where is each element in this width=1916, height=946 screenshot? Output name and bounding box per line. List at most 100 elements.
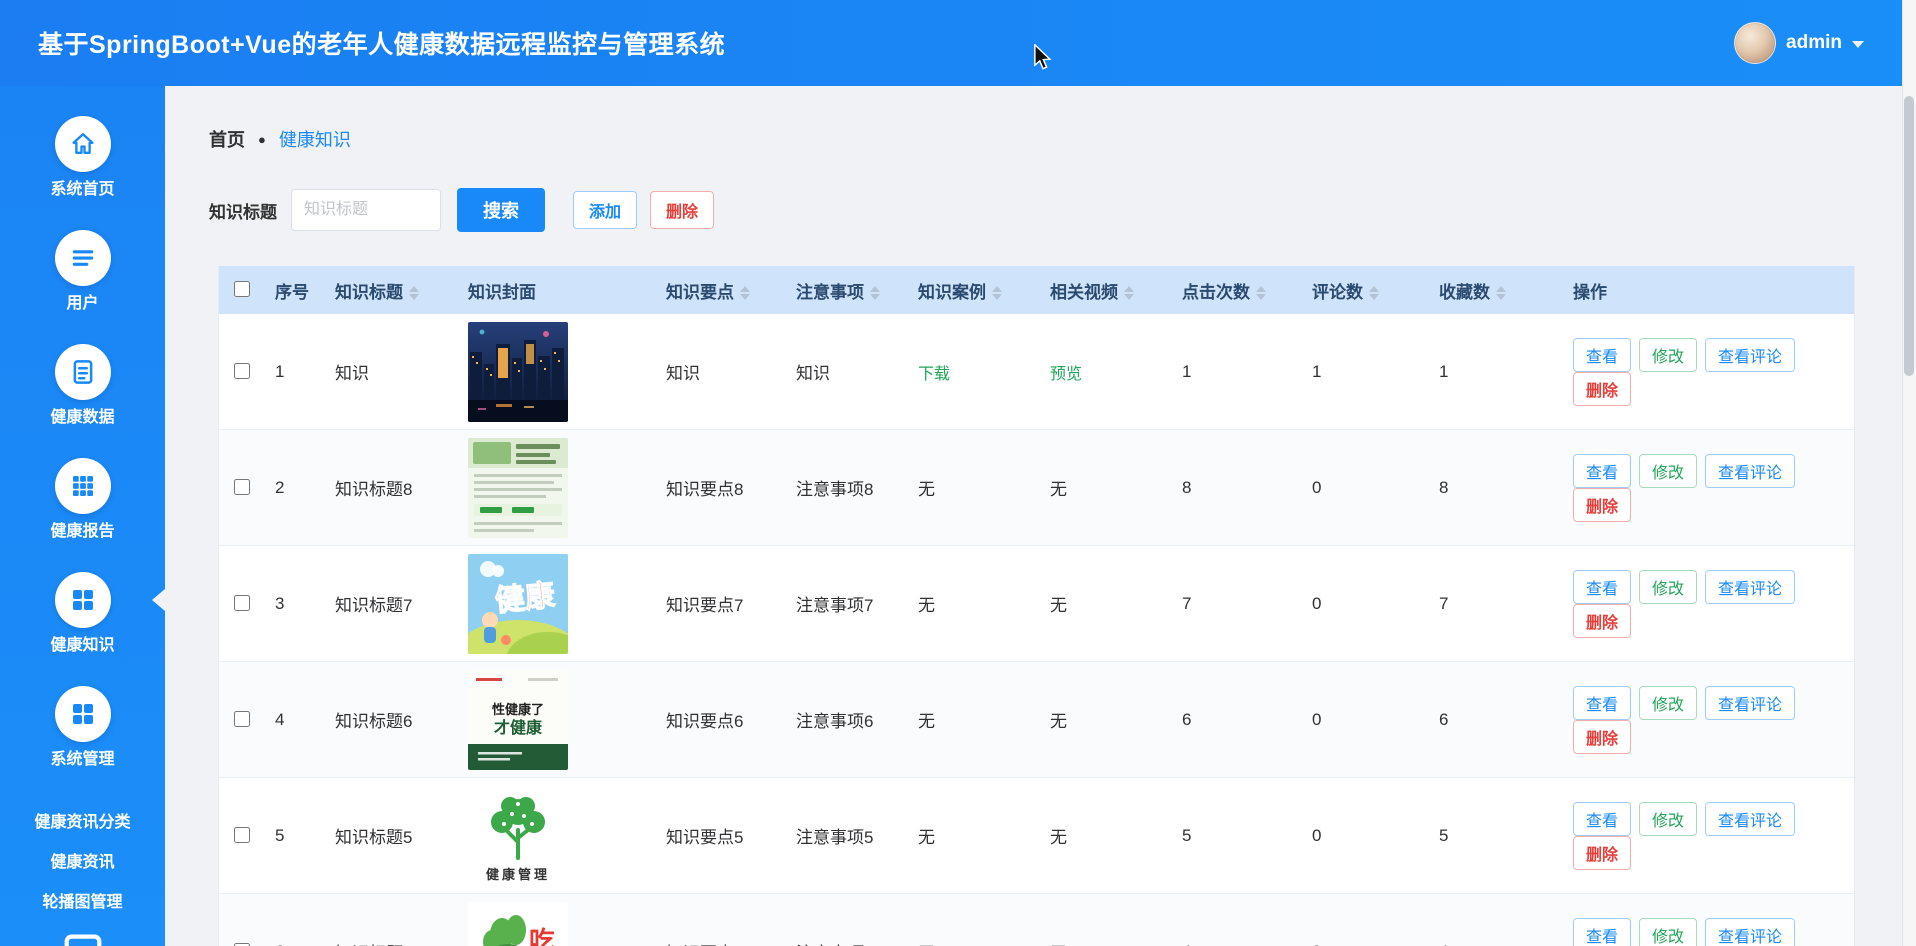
cell-video: 无 [1038, 546, 1170, 662]
edit-button[interactable]: 修改 [1639, 338, 1697, 372]
search-input[interactable] [291, 189, 441, 231]
sidebar-item-home[interactable]: 系统首页 [0, 116, 165, 200]
delete-row-button[interactable]: 删除 [1573, 488, 1631, 522]
row-checkbox[interactable] [234, 595, 250, 611]
column-header-3[interactable]: 知识要点 [654, 266, 784, 314]
search-button[interactable]: 搜索 [457, 188, 545, 232]
table-row: 6知识标题4吃知识要点4注意事项4无无404查看修改查看评论删除 [219, 894, 1854, 946]
view-comments-button[interactable]: 查看评论 [1705, 686, 1795, 720]
view-comments-button[interactable]: 查看评论 [1705, 918, 1795, 946]
avatar[interactable] [1734, 22, 1776, 64]
add-button[interactable]: 添加 [573, 191, 637, 229]
column-header-8[interactable]: 评论数 [1300, 266, 1427, 314]
sidebar-item-health-knowledge[interactable]: 健康知识 [0, 572, 165, 656]
cell-points: 知识 [654, 314, 784, 430]
table-row: 5知识标题5健康管理知识要点5注意事项5无无505查看修改查看评论删除 [219, 778, 1854, 894]
cell-comments: 0 [1300, 430, 1427, 546]
sort-icon[interactable] [992, 286, 1002, 300]
cell-actions: 查看修改查看评论删除 [1561, 314, 1854, 430]
column-header-1[interactable]: 知识标题 [323, 266, 456, 314]
edit-button[interactable]: 修改 [1639, 686, 1697, 720]
sidebar-item-system-manage[interactable]: 系统管理 [0, 686, 165, 770]
svg-text:性健康了: 性健康了 [492, 702, 544, 717]
column-header-5[interactable]: 知识案例 [906, 266, 1038, 314]
view-comments-button[interactable]: 查看评论 [1705, 570, 1795, 604]
cell-case: 无 [906, 894, 1038, 946]
cell-text: 无 [1050, 712, 1067, 731]
column-label: 评论数 [1312, 283, 1363, 302]
view-button[interactable]: 查看 [1573, 802, 1631, 836]
sort-icon[interactable] [870, 286, 880, 300]
cell-notes: 注意事项5 [784, 778, 906, 894]
sort-icon[interactable] [740, 286, 750, 300]
delete-row-button[interactable]: 删除 [1573, 720, 1631, 754]
sidebar-item-health-report[interactable]: 健康报告 [0, 458, 165, 542]
sort-icon[interactable] [409, 286, 419, 300]
cell-actions: 查看修改查看评论删除 [1561, 894, 1854, 946]
view-comments-button[interactable]: 查看评论 [1705, 338, 1795, 372]
sidebar-item-health-news-category[interactable]: 健康资讯分类 [0, 800, 165, 840]
cell-notes: 注意事项6 [784, 662, 906, 778]
column-header-6[interactable]: 相关视频 [1038, 266, 1170, 314]
row-checkbox[interactable] [234, 711, 250, 727]
view-button[interactable]: 查看 [1573, 918, 1631, 946]
view-button[interactable]: 查看 [1573, 570, 1631, 604]
view-comments-button[interactable]: 查看评论 [1705, 454, 1795, 488]
table-row: 4知识标题6性健康了才健康知识要点6注意事项6无无606查看修改查看评论删除 [219, 662, 1854, 778]
column-header-10: 操作 [1561, 266, 1854, 314]
scrollbar[interactable] [1902, 0, 1916, 946]
cell-favorites: 8 [1427, 430, 1561, 546]
cell-clicks: 4 [1170, 894, 1300, 946]
cell-points: 知识要点7 [654, 546, 784, 662]
edit-button[interactable]: 修改 [1639, 570, 1697, 604]
breadcrumb-separator: ● [258, 132, 266, 147]
edit-button[interactable]: 修改 [1639, 802, 1697, 836]
sidebar-item-label: 健康报告 [50, 522, 114, 542]
cell-title: 知识标题5 [323, 778, 456, 894]
delete-row-button[interactable]: 删除 [1573, 372, 1631, 406]
user-menu[interactable]: admin [1734, 0, 1864, 86]
edit-button[interactable]: 修改 [1639, 918, 1697, 946]
view-comments-button[interactable]: 查看评论 [1705, 802, 1795, 836]
select-all-checkbox[interactable] [234, 281, 250, 297]
sort-icon[interactable] [1496, 286, 1506, 300]
view-button[interactable]: 查看 [1573, 686, 1631, 720]
preview-link[interactable]: 预览 [1050, 366, 1082, 383]
svg-text:吃: 吃 [529, 926, 555, 946]
row-checkbox[interactable] [234, 827, 250, 843]
chevron-down-icon [1852, 41, 1864, 48]
cell-points: 知识要点8 [654, 430, 784, 546]
delete-button[interactable]: 删除 [650, 191, 714, 229]
scrollbar-thumb[interactable] [1904, 96, 1914, 376]
sidebar-item-health-data[interactable]: 健康数据 [0, 344, 165, 428]
edit-button[interactable]: 修改 [1639, 454, 1697, 488]
cell-points: 知识要点5 [654, 778, 784, 894]
knowledge-table: 序号知识标题知识封面知识要点注意事项知识案例相关视频点击次数评论数收藏数操作 1… [219, 266, 1854, 946]
column-header-9[interactable]: 收藏数 [1427, 266, 1561, 314]
sort-icon[interactable] [1256, 286, 1266, 300]
sidebar-item-label: 系统首页 [50, 180, 114, 200]
row-checkbox[interactable] [234, 479, 250, 495]
cell-title: 知识标题7 [323, 546, 456, 662]
breadcrumb-home[interactable]: 首页 [209, 126, 245, 152]
cell-case: 无 [906, 430, 1038, 546]
sort-icon[interactable] [1369, 286, 1379, 300]
breadcrumb-current: 健康知识 [279, 126, 351, 152]
cell-video: 无 [1038, 430, 1170, 546]
delete-row-button[interactable]: 删除 [1573, 604, 1631, 638]
row-checkbox[interactable] [234, 943, 250, 946]
sidebar-item-carousel-manage[interactable]: 轮播图管理 [0, 880, 165, 920]
sidebar-item-health-news[interactable]: 健康资讯 [0, 840, 165, 880]
view-button[interactable]: 查看 [1573, 338, 1631, 372]
cell-points: 知识要点6 [654, 662, 784, 778]
sort-icon[interactable] [1124, 286, 1134, 300]
download-link[interactable]: 下载 [918, 366, 950, 383]
column-label: 注意事项 [796, 283, 864, 302]
sidebar-item-users[interactable]: 用户 [0, 230, 165, 314]
row-checkbox[interactable] [234, 363, 250, 379]
column-header-4[interactable]: 注意事项 [784, 266, 906, 314]
delete-row-button[interactable]: 删除 [1573, 836, 1631, 870]
sidebar-item-extra-panel[interactable] [0, 928, 165, 946]
column-header-7[interactable]: 点击次数 [1170, 266, 1300, 314]
view-button[interactable]: 查看 [1573, 454, 1631, 488]
